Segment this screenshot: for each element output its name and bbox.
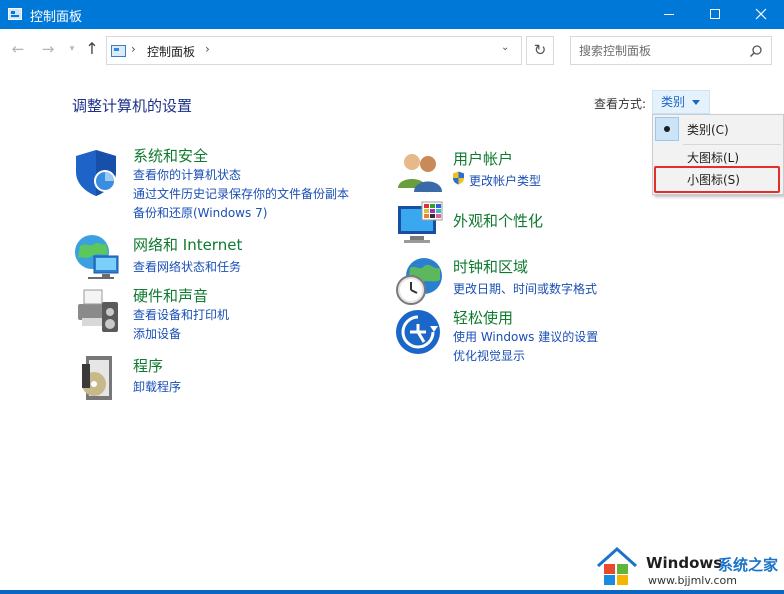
- breadcrumb-chevron-icon[interactable]: ›: [131, 42, 136, 56]
- watermark-brand: Windows: [646, 554, 723, 572]
- search-box[interactable]: [570, 36, 772, 65]
- category-link[interactable]: 查看网络状态和任务: [133, 258, 241, 275]
- category-link[interactable]: 通过文件历史记录保存你的文件备份副本: [133, 185, 349, 202]
- breadcrumb-chevron-icon[interactable]: ›: [205, 42, 210, 56]
- category-link[interactable]: 备份和还原(Windows 7): [133, 204, 267, 221]
- navigation-bar: ← → ▾ ↑ › 控制面板 › ⌄ ↻: [0, 29, 784, 71]
- page-title: 调整计算机的设置: [72, 97, 193, 115]
- category-link[interactable]: 更改帐户类型: [469, 172, 541, 189]
- category-title[interactable]: 系统和安全: [133, 145, 208, 166]
- network-globe-icon[interactable]: [72, 232, 124, 284]
- category-link[interactable]: 查看你的计算机状态: [133, 166, 241, 183]
- shield-icon[interactable]: [72, 146, 124, 198]
- address-bar[interactable]: › 控制面板 › ⌄: [106, 36, 522, 65]
- category-link[interactable]: 优化视觉显示: [453, 347, 525, 364]
- ease-of-access-icon[interactable]: [394, 306, 446, 358]
- close-icon: [755, 8, 767, 20]
- bottom-accent-bar: [0, 590, 784, 594]
- category-title[interactable]: 网络和 Internet: [133, 234, 242, 255]
- chevron-down-icon: [692, 100, 700, 105]
- recent-locations-dropdown[interactable]: ▾: [62, 39, 82, 59]
- category-link[interactable]: 添加设备: [133, 325, 181, 342]
- category-link[interactable]: 使用 Windows 建议的设置: [453, 328, 598, 345]
- monitor-palette-icon[interactable]: [394, 200, 446, 252]
- address-dropdown-icon[interactable]: ⌄: [501, 42, 509, 53]
- category-title[interactable]: 轻松使用: [453, 307, 513, 328]
- control-panel-icon: [111, 45, 126, 57]
- breadcrumb-item[interactable]: 控制面板: [147, 43, 195, 60]
- windows-house-logo: [596, 546, 638, 585]
- minimize-button[interactable]: [646, 0, 692, 29]
- category-title[interactable]: 硬件和声音: [133, 285, 208, 306]
- refresh-button[interactable]: ↻: [526, 36, 554, 65]
- category-title[interactable]: 程序: [133, 355, 163, 376]
- view-by-value: 类别: [661, 95, 686, 109]
- category-title[interactable]: 外观和个性化: [453, 210, 543, 231]
- back-button[interactable]: ←: [8, 39, 28, 59]
- uac-shield-icon: [453, 171, 464, 185]
- category-link[interactable]: 卸载程序: [133, 378, 181, 395]
- window-title: 控制面板: [30, 10, 83, 25]
- view-by-label: 查看方式:: [594, 97, 647, 111]
- up-button[interactable]: ↑: [82, 39, 102, 59]
- category-title[interactable]: 用户帐户: [453, 148, 513, 169]
- maximize-button[interactable]: [692, 0, 738, 29]
- search-input[interactable]: [579, 42, 739, 60]
- menu-separator: [683, 144, 781, 145]
- watermark-url: www.bjjmlv.com: [648, 574, 737, 587]
- search-icon[interactable]: [749, 44, 763, 58]
- category-link[interactable]: 更改日期、时间或数字格式: [453, 280, 597, 297]
- title-bar: 控制面板: [0, 0, 784, 29]
- highlight-box: [654, 166, 780, 193]
- users-icon[interactable]: [394, 146, 446, 198]
- menu-item-category[interactable]: 类别(C): [654, 119, 782, 141]
- clock-globe-icon[interactable]: [394, 256, 446, 308]
- category-title[interactable]: 时钟和区域: [453, 256, 528, 277]
- view-by-select[interactable]: 类别: [652, 90, 710, 114]
- printer-speaker-icon[interactable]: [72, 284, 124, 336]
- control-panel-icon: [8, 8, 22, 20]
- close-button[interactable]: [738, 0, 784, 29]
- programs-disc-icon[interactable]: [72, 352, 124, 404]
- forward-button[interactable]: →: [38, 39, 58, 59]
- watermark-brand-suffix: 系统之家: [718, 556, 779, 574]
- category-link[interactable]: 查看设备和打印机: [133, 306, 229, 323]
